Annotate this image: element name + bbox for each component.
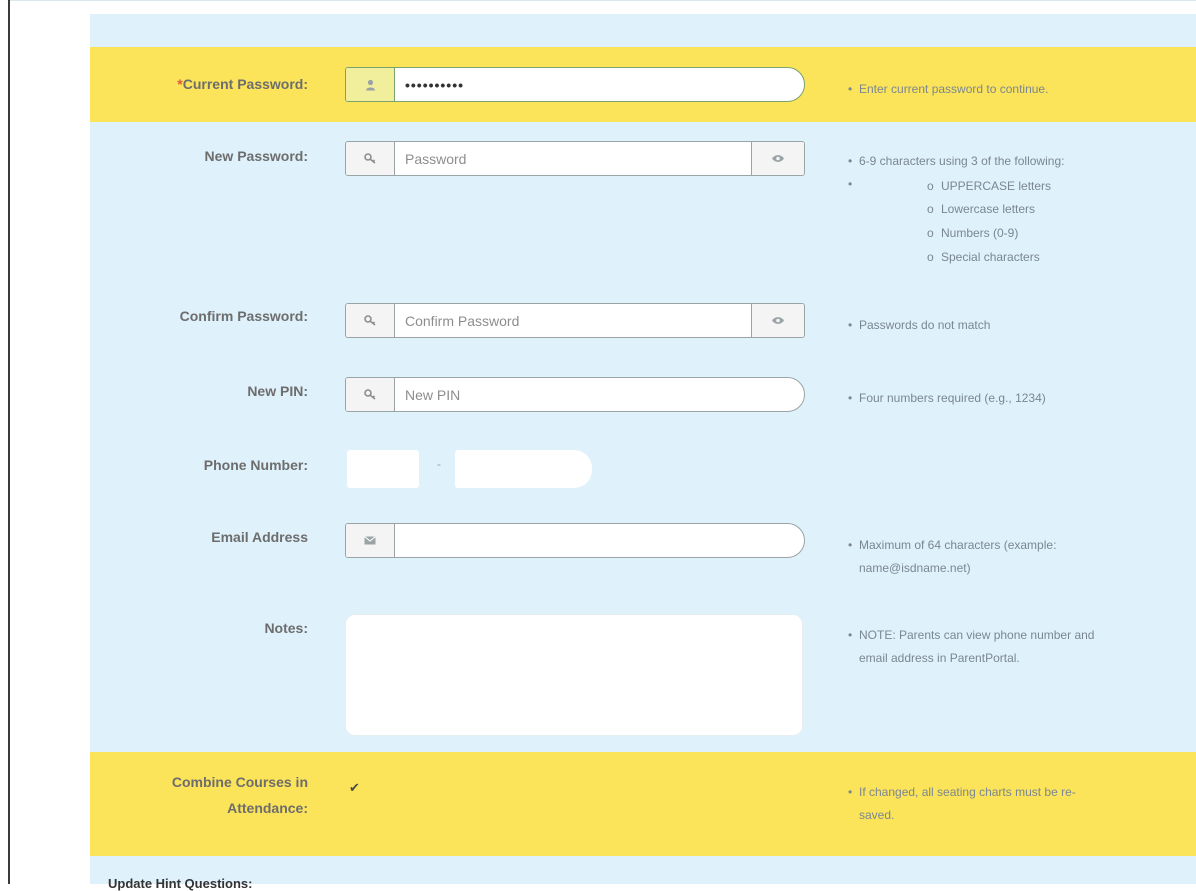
notes-textarea[interactable] xyxy=(345,614,803,736)
current-password-label: *Current Password: xyxy=(177,76,308,92)
phone-number-label: Phone Number: xyxy=(203,457,308,473)
new-password-hint: • 6-9 characters using 3 of the followin… xyxy=(848,154,1065,168)
user-icon xyxy=(346,68,395,101)
frame-top-border xyxy=(8,0,1196,1)
new-password-label: New Password: xyxy=(204,148,308,164)
password-rule-special: o Special characters xyxy=(927,250,1040,264)
new-password-group[interactable] xyxy=(345,141,805,176)
email-address-input[interactable] xyxy=(395,524,804,557)
key-icon xyxy=(346,304,395,337)
frame-left-border xyxy=(8,0,10,884)
new-pin-group[interactable] xyxy=(345,377,805,412)
password-rule-numbers: o Numbers (0-9) xyxy=(927,226,1019,240)
current-password-group[interactable] xyxy=(345,67,805,102)
envelope-icon xyxy=(346,524,395,557)
new-password-input[interactable] xyxy=(395,142,751,175)
phone-number-input[interactable] xyxy=(455,450,592,488)
password-rule-lowercase: o Lowercase letters xyxy=(927,202,1036,216)
email-address-group[interactable] xyxy=(345,523,805,558)
email-address-label: Email Address xyxy=(211,529,308,545)
new-pin-input[interactable] xyxy=(395,378,804,411)
eye-icon[interactable] xyxy=(751,304,804,337)
new-password-empty-bullet: • xyxy=(848,177,853,191)
key-icon xyxy=(346,378,395,411)
key-icon xyxy=(346,142,395,175)
current-password-input[interactable] xyxy=(395,68,804,101)
phone-area-code-input[interactable] xyxy=(347,450,419,488)
new-pin-label: New PIN: xyxy=(247,383,308,399)
combine-courses-checkbox[interactable]: ✔ xyxy=(349,780,360,796)
password-rule-uppercase: o UPPERCASE letters xyxy=(927,179,1052,193)
phone-separator: - xyxy=(437,457,441,471)
combine-courses-label-line2: Attendance: xyxy=(227,800,308,816)
confirm-password-label: Confirm Password: xyxy=(179,308,308,324)
notes-label: Notes: xyxy=(264,620,308,636)
eye-icon[interactable] xyxy=(751,142,804,175)
confirm-password-input[interactable] xyxy=(395,304,751,337)
combine-courses-label-line1: Combine Courses in xyxy=(171,774,308,790)
confirm-password-group[interactable] xyxy=(345,303,805,338)
